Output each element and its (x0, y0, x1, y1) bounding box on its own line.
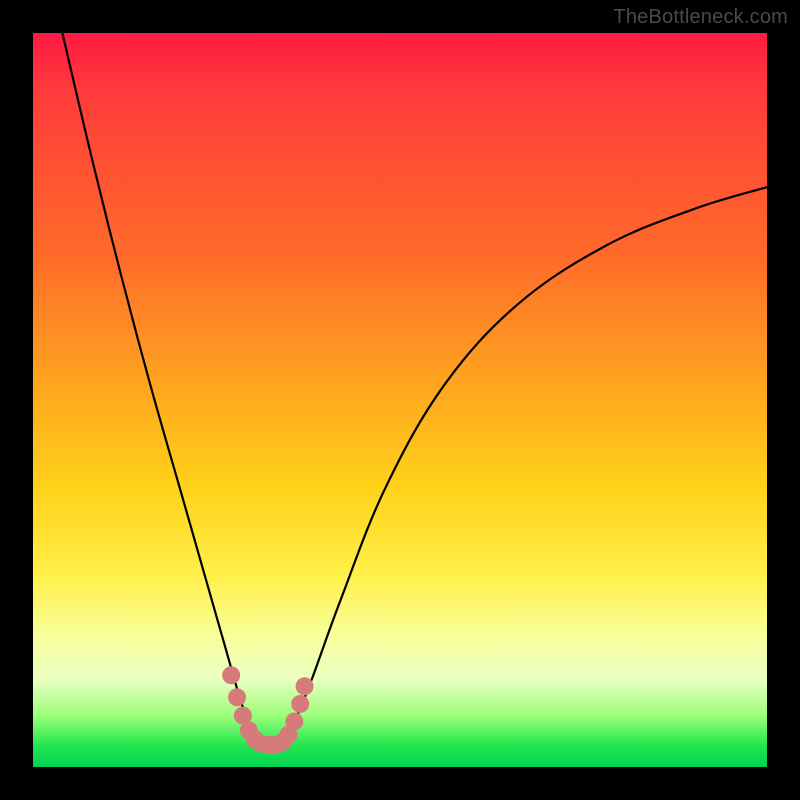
valley-dot (228, 688, 246, 706)
plot-area (33, 33, 767, 767)
attribution-text: TheBottleneck.com (613, 6, 788, 29)
valley-highlight (222, 666, 313, 754)
chart-frame: TheBottleneck.com (0, 0, 800, 800)
valley-dot (222, 666, 240, 684)
valley-dot (296, 677, 314, 695)
valley-dot (291, 695, 309, 713)
valley-dot (285, 712, 303, 730)
bottleneck-curve (62, 33, 767, 745)
chart-svg (33, 33, 767, 767)
